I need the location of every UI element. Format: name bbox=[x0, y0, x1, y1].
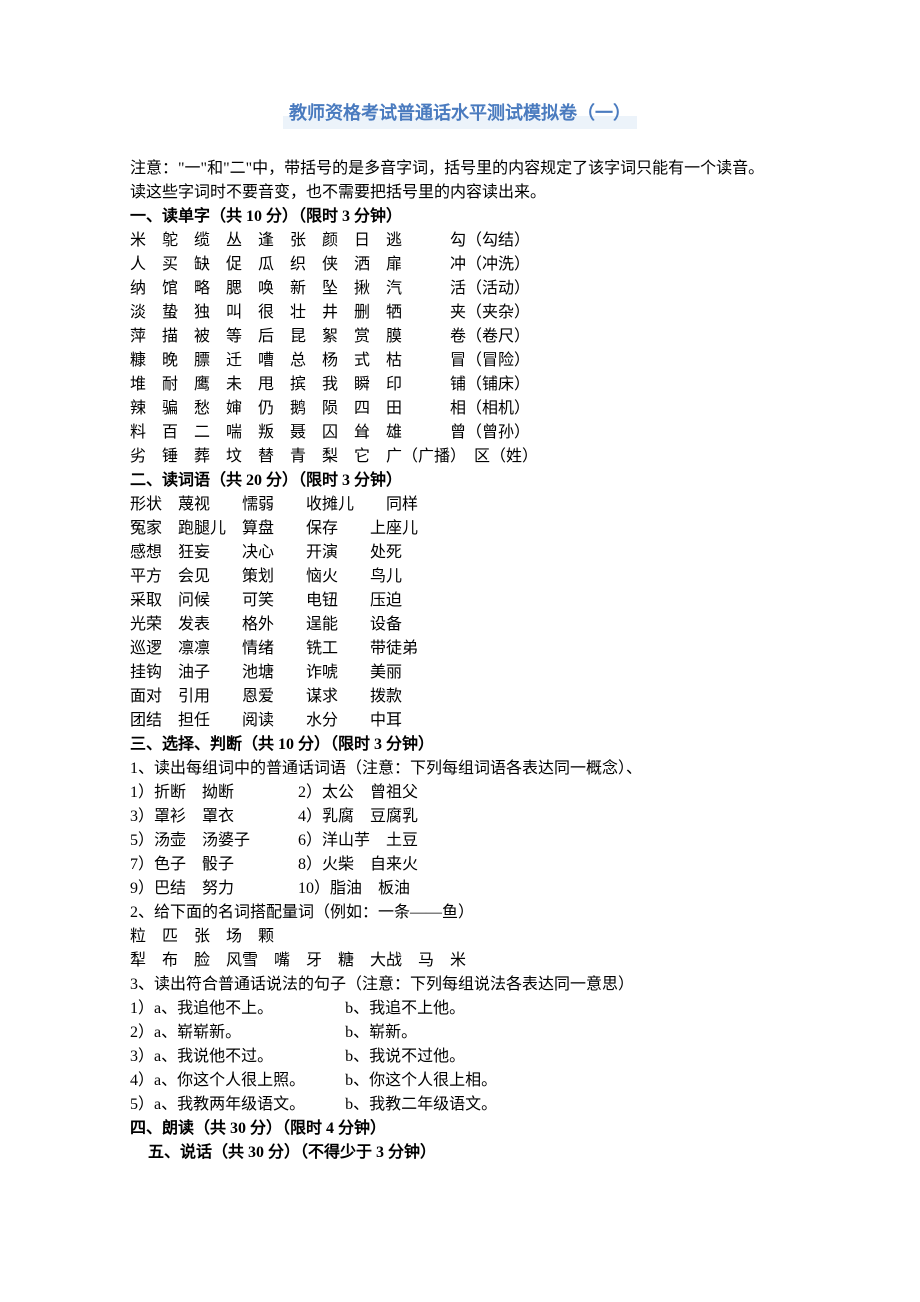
s3-q3-row: 3）a、我说他不过。 b、我说不过他。 bbox=[130, 1045, 790, 1069]
s1-row: 淡 蛰 独 叫 很 壮 井 删 牺 夹（夹杂） bbox=[130, 301, 790, 325]
s3-q1-row: 1）折断 拗断 2）太公 曾祖父 bbox=[130, 781, 790, 805]
s3-q1-row: 7）色子 骰子 8）火柴 自来火 bbox=[130, 853, 790, 877]
s3-q3-row: 1）a、我追他不上。 b、我追不上他。 bbox=[130, 997, 790, 1021]
s3-q1-row: 5）汤壶 汤婆子 6）洋山芋 土豆 bbox=[130, 829, 790, 853]
s3-q1-row: 3）罩衫 罩衣 4）乳腐 豆腐乳 bbox=[130, 805, 790, 829]
section-5-head: 五、说话（共 30 分）（不得少于 3 分钟） bbox=[130, 1141, 790, 1165]
s1-row: 萍 描 被 等 后 昆 絮 赏 膜 卷（卷尺） bbox=[130, 325, 790, 349]
s2-row: 光荣 发表 格外 逞能 设备 bbox=[130, 613, 790, 637]
s3-q2-row: 粒 匹 张 场 颗 bbox=[130, 925, 790, 949]
s2-row: 采取 问候 可笑 电钮 压迫 bbox=[130, 589, 790, 613]
document-title: 教师资格考试普通话水平测试模拟卷（一） bbox=[130, 100, 790, 129]
s3-q3-row: 5）a、我教两年级语文。 b、我教二年级语文。 bbox=[130, 1093, 790, 1117]
section-4-head: 四、朗读（共 30 分）（限时 4 分钟） bbox=[130, 1117, 790, 1141]
s3-q3-row: 4）a、你这个人很上照。 b、你这个人很上相。 bbox=[130, 1069, 790, 1093]
s2-row: 巡逻 凛凛 情绪 铣工 带徒弟 bbox=[130, 637, 790, 661]
s3-q1-row: 9）巴结 努力 10）脂油 板油 bbox=[130, 877, 790, 901]
s1-row: 劣 锤 葬 坟 替 青 梨 它 广（广播） 区（姓） bbox=[130, 445, 790, 469]
s2-row: 感想 狂妄 决心 开演 处死 bbox=[130, 541, 790, 565]
section-1-head: 一、读单字（共 10 分）（限时 3 分钟） bbox=[130, 205, 790, 229]
s1-row: 人 买 缺 促 瓜 织 侠 洒 扉 冲（冲洗） bbox=[130, 253, 790, 277]
s1-row: 堆 耐 鹰 未 甩 摈 我 瞬 印 铺（铺床） bbox=[130, 373, 790, 397]
s3-q3-row: 2）a、崭崭新。 b、崭新。 bbox=[130, 1021, 790, 1045]
s2-row: 面对 引用 恩爱 谋求 拨款 bbox=[130, 685, 790, 709]
s1-row: 料 百 二 喘 叛 聂 囚 耸 雄 曾（曾孙） bbox=[130, 421, 790, 445]
s2-row: 形状 蔑视 懦弱 收摊儿 同样 bbox=[130, 493, 790, 517]
s2-row: 平方 会见 策划 恼火 鸟儿 bbox=[130, 565, 790, 589]
s2-row: 挂钩 油子 池塘 诈唬 美丽 bbox=[130, 661, 790, 685]
s1-row: 纳 馆 略 腮 唤 新 坠 揪 汽 活（活动） bbox=[130, 277, 790, 301]
s1-row: 辣 骗 愁 婶 仍 鹅 陨 四 田 相（相机） bbox=[130, 397, 790, 421]
section-2-head: 二、读词语（共 20 分）（限时 3 分钟） bbox=[130, 469, 790, 493]
s3-q2-row: 犁 布 脸 风雪 嘴 牙 糖 大战 马 米 bbox=[130, 949, 790, 973]
title-text: 教师资格考试普通话水平测试模拟卷（一） bbox=[283, 100, 637, 129]
s2-row: 冤家 跑腿儿 算盘 保存 上座儿 bbox=[130, 517, 790, 541]
s2-row: 团结 担任 阅读 水分 中耳 bbox=[130, 709, 790, 733]
s3-q3: 3、读出符合普通话说法的句子（注意：下列每组说法各表达同一意思） bbox=[130, 973, 790, 997]
s1-row: 米 鸵 缆 丛 逢 张 颜 日 逃 勾（勾结） bbox=[130, 229, 790, 253]
s3-q2: 2、给下面的名词搭配量词（例如：一条——鱼） bbox=[130, 901, 790, 925]
note-line-2: 读这些字词时不要音变，也不需要把括号里的内容读出来。 bbox=[130, 181, 790, 205]
s1-row: 糠 晚 膘 迁 嘈 总 杨 式 枯 冒（冒险） bbox=[130, 349, 790, 373]
section-3-head: 三、选择、判断（共 10 分）（限时 3 分钟） bbox=[130, 733, 790, 757]
note-line-1: 注意："一"和"二"中，带括号的是多音字词，括号里的内容规定了该字词只能有一个读… bbox=[130, 157, 790, 181]
document-page: 教师资格考试普通话水平测试模拟卷（一） 注意："一"和"二"中，带括号的是多音字… bbox=[0, 0, 920, 1302]
s3-q1: 1、读出每组词中的普通话词语（注意：下列每组词语各表达同一概念）、 bbox=[130, 757, 790, 781]
